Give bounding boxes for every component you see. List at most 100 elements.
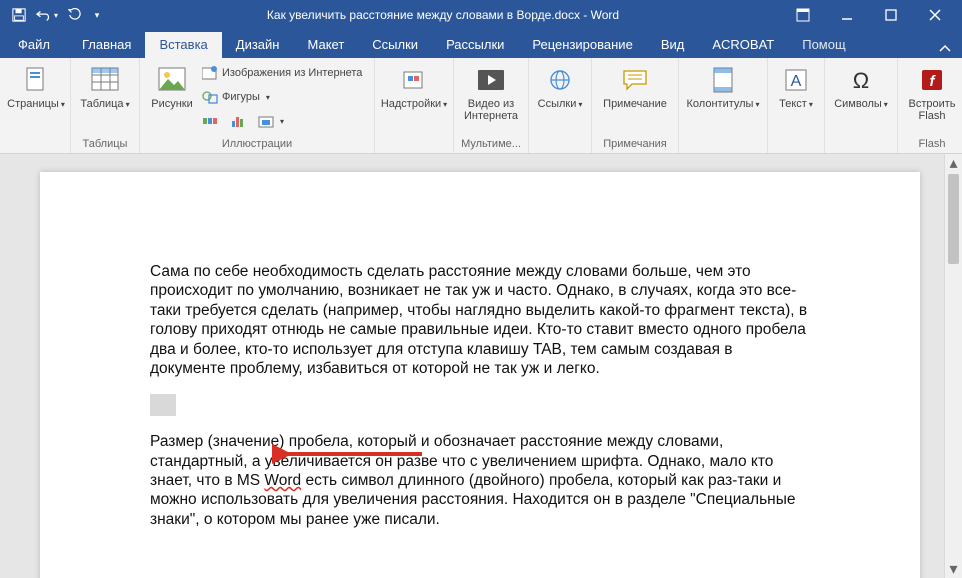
smartart-button[interactable] (198, 110, 222, 132)
media-group-label: Мультиме... (460, 136, 522, 153)
paragraph-1: Сама по себе необходимость сделать расст… (150, 262, 810, 378)
paragraph-space-demo (150, 394, 810, 416)
tables-group-label: Таблицы (77, 136, 133, 153)
shapes-label: Фигуры (222, 91, 260, 103)
comment-icon (619, 64, 651, 96)
ribbon-group-links: Ссылки▾ (529, 58, 592, 153)
tab-view[interactable]: Вид (647, 32, 699, 58)
chart-button[interactable] (226, 110, 250, 132)
table-icon (89, 64, 121, 96)
ribbon-group-addins: Надстройки▾ (375, 58, 454, 153)
titlebar: ▾ ▾ Как увеличить расстояние между слова… (0, 0, 962, 30)
online-video-label: Видео из Интернета (460, 98, 522, 122)
pages-label: Страницы (7, 98, 59, 110)
svg-text:Ω: Ω (853, 68, 869, 92)
flash-icon: f (916, 64, 948, 96)
online-images-label: Изображения из Интернета (222, 67, 362, 79)
ribbon-group-tables: Таблица▾ Таблицы (71, 58, 140, 153)
online-images-button[interactable]: Изображения из Интернета (198, 62, 368, 84)
tab-file[interactable]: Файл (4, 32, 64, 58)
text-label: Текст (779, 98, 807, 110)
paragraph-2: Размер (значение) пробела, который и обо… (150, 432, 810, 529)
collapse-ribbon-button[interactable] (928, 40, 962, 58)
scroll-up-button[interactable]: ▴ (945, 154, 962, 172)
shapes-button[interactable]: Фигуры▾ (198, 86, 368, 108)
pictures-label: Рисунки (151, 98, 193, 110)
qat-customize[interactable]: ▾ (90, 3, 104, 27)
tab-acrobat[interactable]: ACROBAT (698, 32, 788, 58)
pages-button[interactable]: Страницы▾ (8, 60, 64, 111)
shapes-icon (202, 89, 218, 105)
document-page[interactable]: Сама по себе необходимость сделать расст… (40, 172, 920, 578)
ribbon-group-media: Видео из Интернета Мультиме... (454, 58, 529, 153)
maximize-button[interactable] (870, 3, 912, 27)
tab-help[interactable]: Помощ (788, 32, 859, 58)
addins-icon (398, 64, 430, 96)
flash-label: Встроить Flash (904, 98, 960, 122)
header-footer-label: Колонтитулы (687, 98, 754, 110)
scroll-thumb[interactable] (948, 174, 959, 264)
tab-layout[interactable]: Макет (293, 32, 358, 58)
selected-space-character (150, 394, 176, 416)
video-icon (475, 64, 507, 96)
tab-insert[interactable]: Вставка (145, 32, 221, 58)
symbols-button[interactable]: Ω Символы▾ (831, 60, 891, 111)
pictures-icon (156, 64, 188, 96)
minimize-button[interactable] (826, 3, 868, 27)
ribbon-tabs: Файл Главная Вставка Дизайн Макет Ссылки… (0, 30, 962, 58)
comments-group-label: Примечания (598, 136, 672, 153)
ribbon-group-symbols: Ω Символы▾ (825, 58, 898, 153)
tab-references[interactable]: Ссылки (358, 32, 432, 58)
online-video-button[interactable]: Видео из Интернета (460, 60, 522, 122)
red-arrow-annotation (272, 440, 432, 468)
symbols-label: Символы (834, 98, 882, 110)
header-footer-icon (707, 64, 739, 96)
comment-button[interactable]: Примечание (598, 60, 672, 110)
vertical-scrollbar[interactable]: ▴ ▾ (944, 154, 962, 578)
window-controls (782, 3, 956, 27)
quick-access-toolbar: ▾ ▾ (6, 3, 104, 27)
addins-button[interactable]: Надстройки▾ (381, 60, 447, 111)
illustrations-group-label: Иллюстрации (146, 136, 368, 153)
addins-label: Надстройки (381, 98, 441, 110)
text-icon: A (780, 64, 812, 96)
tab-review[interactable]: Рецензирование (518, 32, 646, 58)
redo-button[interactable] (62, 3, 88, 27)
ribbon-group-pages: Страницы▾ (0, 58, 71, 153)
tab-design[interactable]: Дизайн (222, 32, 294, 58)
screenshot-icon (258, 113, 274, 129)
close-button[interactable] (914, 3, 956, 27)
ribbon-group-text: A Текст▾ (768, 58, 825, 153)
save-button[interactable] (6, 3, 32, 27)
online-images-icon (202, 65, 218, 81)
spellcheck-word: Word (264, 472, 301, 489)
tab-mailings[interactable]: Рассылки (432, 32, 518, 58)
links-button[interactable]: Ссылки▾ (535, 60, 585, 111)
flash-button[interactable]: f Встроить Flash (904, 60, 960, 122)
table-button[interactable]: Таблица▾ (77, 60, 133, 111)
chart-icon (230, 113, 246, 129)
ribbon-options-button[interactable] (782, 3, 824, 27)
table-label: Таблица (80, 98, 123, 110)
links-label: Ссылки (538, 98, 577, 110)
ribbon-group-flash: f Встроить Flash Flash (898, 58, 962, 153)
scroll-down-button[interactable]: ▾ (945, 560, 962, 578)
ribbon-group-comments: Примечание Примечания (592, 58, 679, 153)
omega-icon: Ω (845, 64, 877, 96)
link-icon (544, 64, 576, 96)
ribbon: Страницы▾ Таблица▾ Таблицы Рисунки Изобр… (0, 58, 962, 154)
tab-home[interactable]: Главная (68, 32, 145, 58)
flash-group-label: Flash (904, 136, 960, 153)
header-footer-button[interactable]: Колонтитулы▾ (685, 60, 761, 111)
text-button[interactable]: A Текст▾ (774, 60, 818, 111)
pictures-button[interactable]: Рисунки (146, 60, 198, 132)
window-title: Как увеличить расстояние между словами в… (104, 8, 782, 22)
comment-label: Примечание (603, 98, 667, 110)
smartart-icon (202, 113, 218, 129)
undo-button[interactable]: ▾ (34, 3, 60, 27)
screenshot-button[interactable]: ▾ (254, 110, 284, 132)
ribbon-group-header-footer: Колонтитулы▾ (679, 58, 768, 153)
svg-text:A: A (791, 73, 802, 90)
ribbon-group-illustrations: Рисунки Изображения из Интернета Фигуры▾… (140, 58, 375, 153)
document-area: Сама по себе необходимость сделать расст… (0, 154, 962, 578)
